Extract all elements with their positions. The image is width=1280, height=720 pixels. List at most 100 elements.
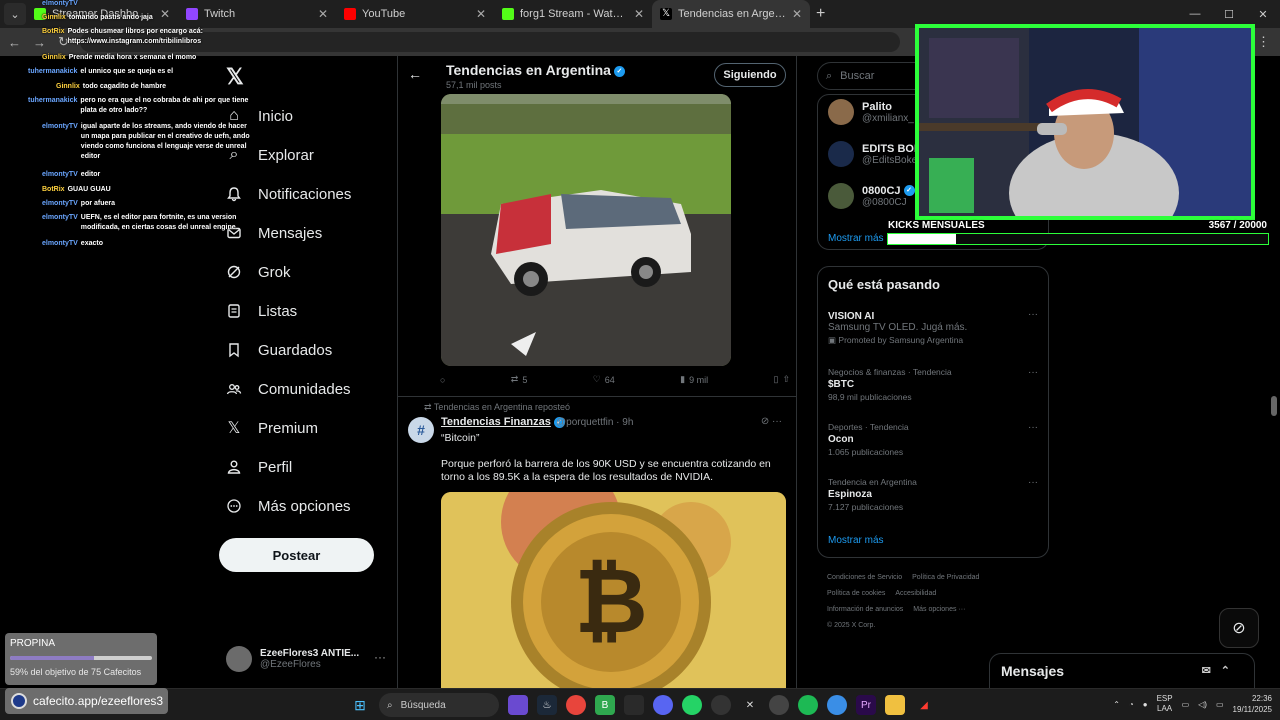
footer-link[interactable]: Accesibilidad (895, 590, 936, 597)
capcut-icon[interactable]: ✕ (740, 695, 760, 715)
tip-progress-bar (10, 656, 152, 660)
chrome-icon[interactable] (566, 695, 586, 715)
trend-name: Ocon (828, 434, 854, 445)
more-dots-icon[interactable]: ··· (1028, 422, 1038, 433)
taskbar-search[interactable]: ⌕ Búsqueda (379, 693, 499, 717)
close-icon[interactable]: ✕ (318, 7, 328, 21)
clock[interactable]: 22:36 19/11/2025 (1233, 693, 1272, 715)
new-message-icon[interactable]: ✉ (1202, 665, 1221, 677)
copilot-icon[interactable] (508, 695, 528, 715)
messages-drawer[interactable]: Mensajes ✉⌃ (989, 653, 1255, 688)
footer-link[interactable]: Información de anuncios (827, 606, 903, 613)
bookmark-action[interactable]: ▯ ⇧ (774, 374, 791, 385)
repost-label: ⇄ Tendencias en Argentina reposteó (424, 402, 570, 413)
kicks-progress-fill (888, 234, 956, 244)
more-dots-icon[interactable]: ··· (772, 416, 782, 427)
steam-icon[interactable]: ♨ (537, 695, 557, 715)
nav-label: Listas (258, 302, 298, 320)
grok-fab-icon[interactable]: ⊘ (1219, 608, 1259, 648)
browser-icon[interactable] (827, 695, 847, 715)
follow-suggestion[interactable]: Palito @xmilianx_ (828, 99, 914, 125)
chat-text: GUAU GUAU (67, 186, 111, 193)
b-app-icon[interactable]: B (595, 695, 615, 715)
chevron-up-icon[interactable]: ⌃ (1113, 700, 1120, 709)
reply-icon[interactable]: ○ (440, 374, 445, 385)
mic-icon[interactable]: ● (1143, 700, 1148, 709)
discord-icon[interactable] (653, 695, 673, 715)
chat-text: exacto (80, 240, 103, 247)
volume-icon[interactable]: ◁) (1198, 700, 1207, 709)
avatar[interactable]: # (408, 417, 434, 443)
obs-icon[interactable] (711, 695, 731, 715)
trend-item[interactable]: Tendencia en Argentina Espinoza 7.127 pu… (828, 477, 1038, 512)
trend-item[interactable]: VISION AI Samsung TV OLED. Jugá más. ▣ P… (828, 309, 1038, 346)
post-button[interactable]: Postear (219, 538, 374, 572)
spotify-icon[interactable] (624, 695, 644, 715)
chat-text: el unnico que se queja es el (80, 68, 174, 75)
follow-suggestion[interactable]: 0800CJ ✓ @0800CJ (828, 183, 915, 209)
more-dots-icon[interactable]: ··· (1028, 309, 1038, 320)
display-icon[interactable]: ▭ (1182, 700, 1190, 709)
expand-icon[interactable]: ⌃ (1221, 665, 1240, 677)
cafecito-logo-icon (11, 693, 27, 709)
back-arrow-icon[interactable]: ← (408, 66, 422, 82)
system-tray: ⌃ ◔ ● ESP LAA ▭ ◁) ▭ 22:36 19/11/2025 (1113, 693, 1272, 715)
footer-link[interactable]: Más opciones ··· (913, 606, 965, 613)
nav-item-grok[interactable]: Grok (224, 262, 291, 282)
windows-start-icon[interactable]: ⊞ (350, 695, 370, 715)
tab-kick-forg1[interactable]: forg1 Stream - Watch Live on Ki ✕ (494, 0, 652, 28)
nav-item-comunidades[interactable]: Comunidades (224, 379, 351, 399)
trend-count: 1.065 publicaciones (828, 447, 904, 457)
whatsapp-icon[interactable] (682, 695, 702, 715)
footer-link[interactable]: Política de cookies (827, 590, 885, 597)
browser-menu-icon[interactable]: ⋮ (1257, 34, 1270, 50)
views-button[interactable]: ▮ 9 mil (680, 374, 708, 385)
chat-text: Podes chusmear libros por encargo acá: h… (67, 28, 203, 45)
network-icon[interactable]: ◔ (1129, 700, 1134, 709)
footer-link[interactable]: Condiciones de Servicio (827, 574, 902, 581)
tweet-author-text: Tendencias Finanzas (441, 416, 551, 428)
more-dots-icon[interactable]: ··· (1028, 367, 1038, 378)
nav-item-mas-opciones[interactable]: Más opciones (224, 496, 351, 516)
following-button[interactable]: Siguiendo (714, 63, 786, 87)
repost-button[interactable]: ⇄ 5 (511, 374, 528, 385)
spotify-green-icon[interactable] (798, 695, 818, 715)
new-tab-button[interactable]: + (816, 5, 825, 23)
post-actions: ○ ⇄ 5 ♡ 64 ▮ 9 mil ▯ ⇧ (440, 374, 790, 385)
post-image-bitcoin[interactable]: ₿ (441, 492, 786, 688)
obs-studio-icon[interactable] (769, 695, 789, 715)
premiere-icon[interactable]: Pr (856, 695, 876, 715)
nav-item-guardados[interactable]: Guardados (224, 340, 332, 360)
post-image-car[interactable] (441, 94, 731, 366)
close-icon[interactable]: ✕ (476, 7, 486, 21)
trend-item[interactable]: Negocios & finanzas · Tendencia $BTC 98,… (828, 367, 1038, 402)
footer-links: Condiciones de Servicio Política de Priva… (827, 570, 1047, 634)
show-more-link[interactable]: Mostrar más (828, 233, 884, 244)
close-icon[interactable]: ✕ (634, 7, 644, 21)
nav-item-premium[interactable]: 𝕏 Premium (224, 418, 318, 438)
nav-item-perfil[interactable]: Perfil (224, 457, 292, 477)
trend-item[interactable]: Deportes · Tendencia Ocon 1.065 publicac… (828, 422, 1038, 457)
nav-label: Guardados (258, 341, 333, 359)
grok-icon[interactable]: ⊘ (761, 416, 769, 427)
language-indicator[interactable]: ESP LAA (1157, 694, 1173, 714)
tweet-author-name[interactable]: Tendencias Finanzas ✓ (441, 416, 565, 428)
folder-icon[interactable] (885, 695, 905, 715)
tab-x-tendencias[interactable]: 𝕏 Tendencias en Argentina (@por ✕ (652, 0, 810, 28)
nav-item-listas[interactable]: Listas (224, 301, 297, 321)
tab-youtube[interactable]: YouTube ✕ (336, 0, 494, 28)
red-app-icon[interactable]: ◢ (914, 695, 934, 715)
chat-text: igual aparte de los streams, ando viendo… (80, 123, 250, 160)
more-dots-icon[interactable]: ··· (1028, 477, 1038, 488)
tab-label: YouTube (362, 8, 406, 20)
share-icon[interactable]: ⇧ (782, 374, 790, 385)
account-switcher[interactable]: EzeeFlores3 ANTIE... @EzeeFlores ··· (226, 644, 386, 674)
close-icon[interactable]: ✕ (792, 7, 802, 21)
more-dots-icon[interactable]: ··· (374, 650, 386, 664)
like-button[interactable]: ♡ 64 (593, 374, 615, 385)
clock-date: 19/11/2025 (1232, 705, 1272, 714)
scrollbar[interactable] (1271, 396, 1277, 416)
battery-icon[interactable]: ▭ (1216, 700, 1224, 709)
show-more-link[interactable]: Mostrar más (828, 535, 884, 546)
footer-link[interactable]: Política de Privacidad (912, 574, 979, 581)
